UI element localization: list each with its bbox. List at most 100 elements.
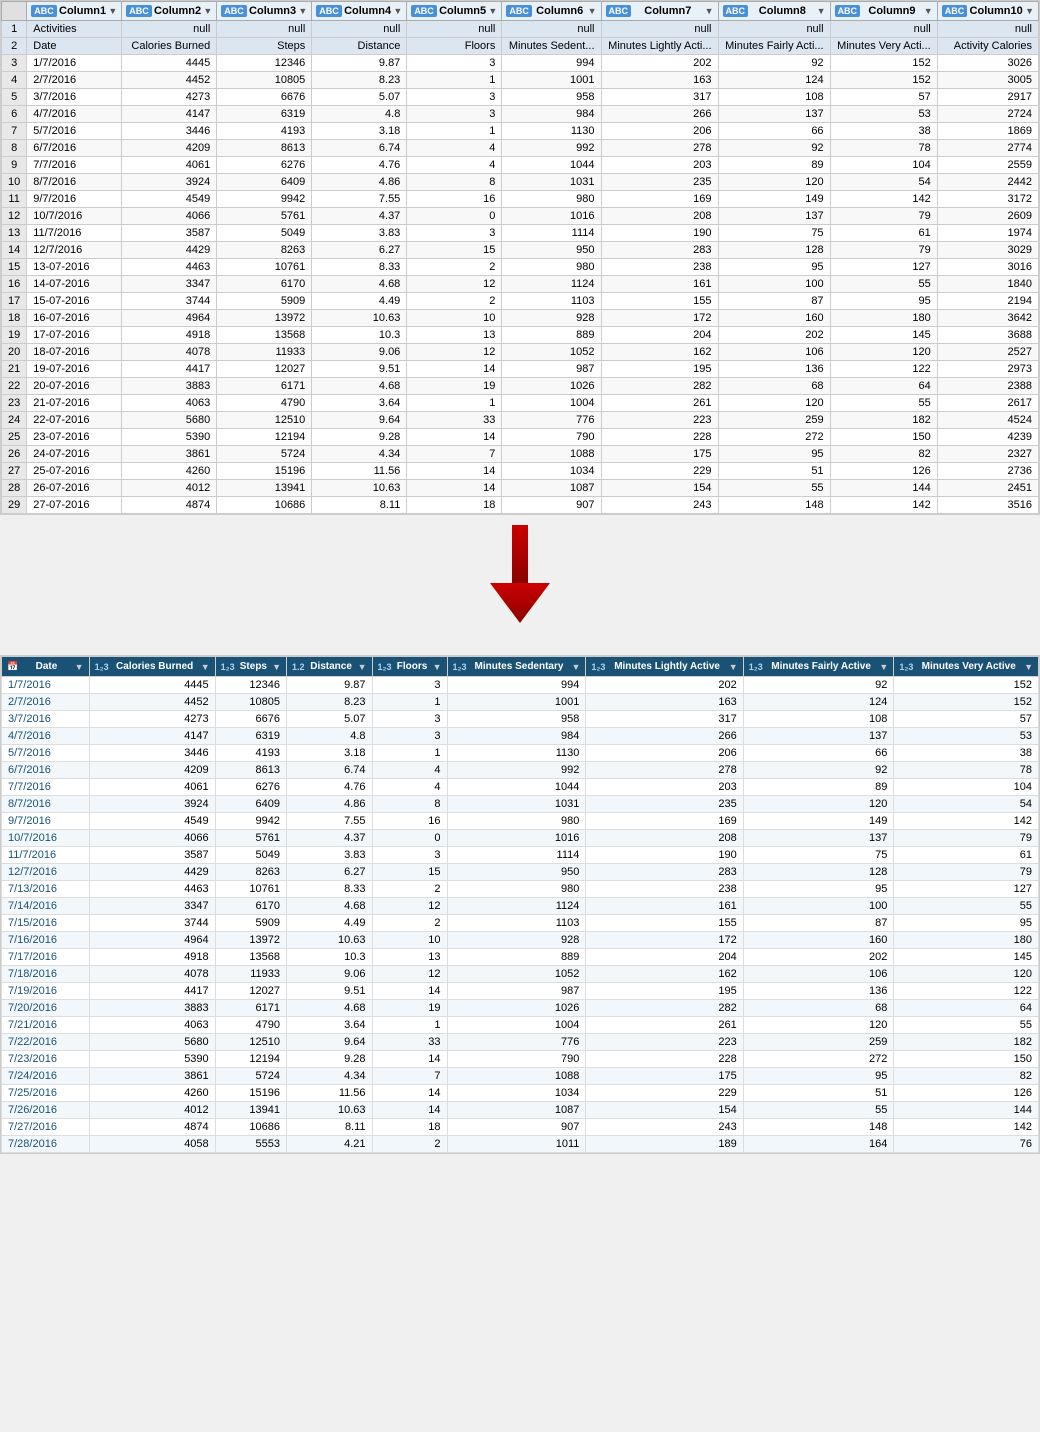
top-table-row: 2220-07-2016388361714.681910262826864238… [2,378,1039,395]
col-dropdown-10[interactable]: ▼ [1025,6,1034,16]
top-col-header-5[interactable]: ABC Column5 ▼ [407,2,502,21]
bottom-table-cell: 64 [894,1000,1039,1017]
table-cell: 3587 [122,225,217,242]
col-dropdown-5[interactable]: ▼ [488,6,497,16]
bottom-table-cell: 1031 [447,796,586,813]
bottom-table-cell: 928 [447,932,586,949]
col-dropdown-1[interactable]: ▼ [108,6,117,16]
bottom-table-cell: 3587 [89,847,215,864]
bottom-table-cell: 137 [743,728,894,745]
top-col-header-8[interactable]: ABC Column8 ▼ [718,2,830,21]
table-cell: 1840 [937,276,1038,293]
bottom-col-distance[interactable]: 1.2 Distance ▼ [287,657,373,677]
bottom-table-cell: 5909 [215,915,286,932]
table-cell: Minutes Sedent... [502,38,601,55]
lightly-dropdown-icon[interactable]: ▼ [729,662,738,672]
table-cell: 172 [601,310,718,327]
bottom-table-row: 7/13/20164463107618.33298023895127 [2,881,1039,898]
table-cell: 984 [502,106,601,123]
col-dropdown-8[interactable]: ▼ [817,6,826,16]
top-col-header-10[interactable]: ABC Column10 ▼ [937,2,1038,21]
table-cell: 2/7/2016 [27,72,122,89]
table-cell: 149 [718,191,830,208]
top-table-header-row: ABC Column1 ▼ ABC Column2 ▼ [2,2,1039,21]
bottom-col-lightly[interactable]: 1₂3 Minutes Lightly Active ▼ [586,657,743,677]
table-cell: 1130 [502,123,601,140]
table-cell: 223 [601,412,718,429]
col-dropdown-9[interactable]: ▼ [924,6,933,16]
col-dropdown-7[interactable]: ▼ [705,6,714,16]
table-cell: 8/7/2016 [27,174,122,191]
table-cell: 4.34 [312,446,407,463]
bottom-col-sedentary[interactable]: 1₂3 Minutes Sedentary ▼ [447,657,586,677]
bottom-table-cell: 10.63 [287,1102,373,1119]
bottom-col-calories[interactable]: 1₂3 Calories Burned ▼ [89,657,215,677]
top-col-header-3[interactable]: ABC Column3 ▼ [217,2,312,21]
bottom-table-cell: 8.23 [287,694,373,711]
floors-dropdown-icon[interactable]: ▼ [433,662,442,672]
top-col-header-1[interactable]: ABC Column1 ▼ [27,2,122,21]
bottom-table-cell: 1/7/2016 [2,677,90,694]
bottom-table-cell: 3.64 [287,1017,373,1034]
top-col-header-9[interactable]: ABC Column9 ▼ [830,2,937,21]
bottom-table-cell: 150 [894,1051,1039,1068]
bottom-col-very[interactable]: 1₂3 Minutes Very Active ▼ [894,657,1039,677]
table-cell: Minutes Lightly Acti... [601,38,718,55]
bottom-table-cell: 9942 [215,813,286,830]
table-cell: 4964 [122,310,217,327]
bottom-col-fairly[interactable]: 1₂3 Minutes Fairly Active ▼ [743,657,894,677]
table-cell: 55 [718,480,830,497]
top-col-header-2[interactable]: ABC Column2 ▼ [122,2,217,21]
table-cell: 182 [830,412,937,429]
col-dropdown-2[interactable]: ▼ [203,6,212,16]
bottom-table-cell: 87 [743,915,894,932]
table-cell: 3347 [122,276,217,293]
table-cell: 6171 [217,378,312,395]
table-cell: Floors [407,38,502,55]
top-table-body: 1Activitiesnullnullnullnullnullnullnulln… [2,21,1039,514]
col-dropdown-4[interactable]: ▼ [393,6,402,16]
date-dropdown-icon[interactable]: ▼ [75,662,84,672]
bottom-col-floors[interactable]: 1₂3 Floors ▼ [372,657,447,677]
table-cell: 64 [830,378,937,395]
bottom-table-cell: 1011 [447,1136,586,1153]
bottom-col-date[interactable]: 📅 Date ▼ [2,657,90,677]
table-cell: 12510 [217,412,312,429]
table-cell: 3.83 [312,225,407,242]
distance-dropdown-icon[interactable]: ▼ [358,662,367,672]
table-cell: 152 [830,55,937,72]
table-cell: 238 [601,259,718,276]
bottom-table-cell: 7/26/2016 [2,1102,90,1119]
bottom-table-cell: 4193 [215,745,286,762]
table-cell: 6/7/2016 [27,140,122,157]
bottom-table-cell: 2 [372,881,447,898]
top-col-header-6[interactable]: ABC Column6 ▼ [502,2,601,21]
sedentary-dropdown-icon[interactable]: ▼ [571,662,580,672]
very-dropdown-icon[interactable]: ▼ [1024,662,1033,672]
top-col-header-7[interactable]: ABC Column7 ▼ [601,2,718,21]
bottom-col-steps[interactable]: 1₂3 Steps ▼ [215,657,286,677]
table-cell: 0 [407,208,502,225]
bottom-table-cell: 7/27/2016 [2,1119,90,1136]
bottom-table-cell: 3 [372,728,447,745]
bottom-table-cell: 10686 [215,1119,286,1136]
bottom-table-cell: 12 [372,898,447,915]
calories-dropdown-icon[interactable]: ▼ [201,662,210,672]
table-cell: 155 [601,293,718,310]
top-col-header-4[interactable]: ABC Column4 ▼ [312,2,407,21]
fairly-dropdown-icon[interactable]: ▼ [879,662,888,672]
bottom-table-cell: 8263 [215,864,286,881]
col-dropdown-6[interactable]: ▼ [588,6,597,16]
type-badge-6: ABC [506,5,532,17]
table-cell: 10 [407,310,502,327]
table-cell: 2774 [937,140,1038,157]
bottom-table-cell: 1004 [447,1017,586,1034]
table-cell: 26-07-2016 [27,480,122,497]
table-cell: 24-07-2016 [27,446,122,463]
table-cell: 120 [718,395,830,412]
table-cell: 95 [718,446,830,463]
bottom-table-row: 6/7/2016420986136.7449922789278 [2,762,1039,779]
col-dropdown-3[interactable]: ▼ [298,6,307,16]
bottom-table-cell: 13972 [215,932,286,949]
steps-dropdown-icon[interactable]: ▼ [272,662,281,672]
